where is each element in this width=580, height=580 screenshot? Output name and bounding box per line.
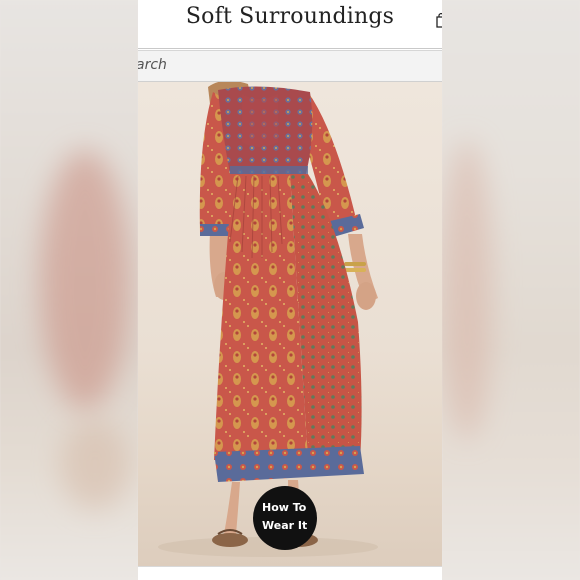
blurred-background-left [0,0,138,580]
badge-line-2: Wear It [262,519,308,532]
site-header: Soft Surroundings [138,0,442,49]
search-placeholder: arch [138,57,167,73]
how-to-wear-it-button[interactable]: How To Wear It [253,486,317,550]
shopping-bag-icon[interactable] [436,12,442,28]
brand-logo[interactable]: Soft Surroundings [138,4,442,29]
screenshot-frame: Soft Surroundings arch How To Wear It [0,0,580,580]
search-input[interactable]: arch [138,50,442,82]
badge-line-1: How To [262,501,307,514]
blurred-background-right [442,0,580,580]
bottom-bar [138,566,442,580]
